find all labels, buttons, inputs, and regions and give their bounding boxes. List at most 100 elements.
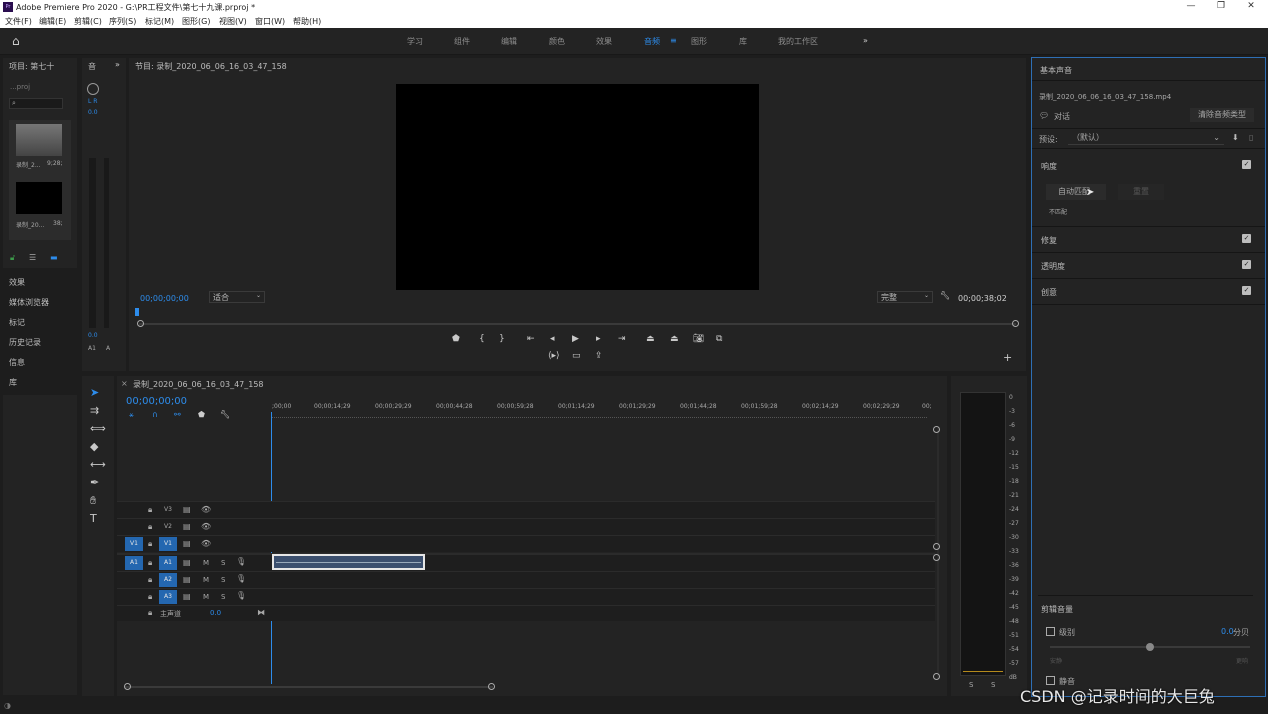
ws-editing[interactable]: 编辑 [501, 36, 517, 47]
status-icon[interactable]: ◑ [4, 701, 11, 710]
go-to-end-icon[interactable]: ⧓ [257, 608, 265, 617]
mark-in-icon[interactable]: { [479, 334, 485, 344]
level-value[interactable]: 0.0 [1221, 627, 1234, 636]
comparison-view-icon[interactable]: ⧉ [716, 334, 722, 344]
section-clarity[interactable]: 透明度 [1041, 261, 1065, 272]
ws-assembly[interactable]: 组件 [454, 36, 470, 47]
selection-tool-icon[interactable]: ➤ [90, 386, 99, 399]
slip-tool-icon[interactable]: ⟷ [90, 458, 106, 471]
list-view-icon[interactable]: ☰ [29, 253, 36, 262]
save-preset-icon[interactable]: ⬇ [1232, 133, 1239, 142]
lift-icon[interactable]: ⏏ [646, 334, 655, 344]
wrench-icon[interactable]: 🔧︎ [940, 291, 950, 300]
track-target-a1[interactable]: A1 [159, 556, 177, 570]
sync-lock-icon[interactable]: ▤ [183, 558, 191, 567]
sync-lock-icon[interactable]: ▤ [183, 575, 191, 584]
audio-clip[interactable] [272, 554, 425, 570]
tab-media-browser[interactable]: 媒体浏览器 [9, 297, 49, 308]
go-to-in-icon[interactable]: ⇤ [527, 334, 535, 344]
safe-margins-icon[interactable]: ▭ [572, 351, 581, 361]
track-target-a2[interactable]: A2 [159, 573, 177, 587]
sync-lock-icon[interactable]: ▤ [183, 505, 191, 514]
snap-icon[interactable]: ∩ [152, 410, 158, 419]
restore-icon[interactable]: ❐ [1214, 1, 1228, 13]
mute-toggle[interactable]: M [203, 559, 209, 567]
track-target-v1[interactable]: V1 [159, 537, 177, 551]
more-workspaces-icon[interactable]: » [863, 36, 868, 45]
lock-icon[interactable]: 🔒︎ [148, 505, 152, 515]
time-ruler[interactable]: ;00;00 00;00;14;29 00;00;29;29 00;00;44;… [272, 403, 932, 419]
menu-clip[interactable]: 剪辑(C) [74, 16, 102, 27]
sequence-thumbnail[interactable] [16, 182, 62, 214]
menu-help[interactable]: 帮助(H) [293, 16, 321, 27]
play-icon[interactable]: ▶ [572, 334, 579, 344]
button-editor-plus-icon[interactable]: + [1003, 351, 1012, 364]
eye-icon[interactable]: 👁︎ [201, 505, 211, 514]
lock-icon[interactable]: 🔒︎ [148, 539, 152, 549]
menu-sequence[interactable]: 序列(S) [109, 16, 136, 27]
hand-tool-icon[interactable]: ✋︎ [90, 494, 96, 508]
lock-icon[interactable]: 🔓︎ [10, 253, 15, 263]
solo-toggle[interactable]: S [221, 559, 225, 567]
play-in-to-out-icon[interactable]: ⟨▸⟩ [548, 351, 560, 361]
type-tool-icon[interactable]: T [90, 512, 97, 525]
timeline-settings-icon[interactable]: 🔧︎ [220, 410, 230, 419]
microphone-icon[interactable]: 🎙︎ [236, 557, 246, 566]
solo-toggle[interactable]: S [221, 593, 225, 601]
volume-fader[interactable] [89, 158, 96, 328]
solo-right-button[interactable]: S [991, 681, 995, 689]
project-search-input[interactable]: ⌕ [9, 98, 63, 109]
ws-learn[interactable]: 学习 [407, 36, 423, 47]
program-playhead[interactable] [135, 308, 139, 316]
track-select-tool-icon[interactable]: ⇉ [90, 404, 99, 417]
vertical-scrollbar[interactable] [937, 428, 939, 678]
menu-graphics[interactable]: 图形(G) [182, 16, 210, 27]
pen-tool-icon[interactable]: ✒ [90, 476, 99, 489]
extract-icon[interactable]: ⏏ [670, 334, 679, 344]
microphone-icon[interactable]: 🎙︎ [236, 574, 246, 583]
mark-out-icon[interactable]: } [499, 334, 505, 344]
project-panel-title[interactable]: 项目: 第七十 [9, 61, 54, 72]
lock-icon[interactable]: 🔒︎ [148, 592, 152, 602]
export-icon[interactable]: ⇪ [595, 351, 603, 361]
menu-edit[interactable]: 编辑(E) [39, 16, 66, 27]
tab-effects[interactable]: 效果 [9, 277, 25, 288]
ws-my-workspace[interactable]: 我的工作区 [778, 36, 818, 47]
ripple-edit-tool-icon[interactable]: ⟺ [90, 422, 106, 435]
home-icon[interactable]: ⌂ [12, 34, 20, 48]
zoom-start-handle[interactable] [124, 683, 131, 690]
auto-match-button[interactable]: 自动匹配 [1046, 184, 1106, 200]
menu-window[interactable]: 窗口(W) [255, 16, 285, 27]
ws-graphics[interactable]: 图形 [691, 36, 707, 47]
section-creative[interactable]: 创意 [1041, 287, 1057, 298]
master-volume-value[interactable]: 0.0 [210, 609, 221, 617]
menu-marker[interactable]: 标记(M) [145, 16, 174, 27]
lock-icon[interactable]: 🔒︎ [148, 575, 152, 585]
clear-audio-type-button[interactable]: 清除音频类型 [1190, 108, 1254, 122]
ws-color[interactable]: 颜色 [549, 36, 565, 47]
microphone-icon[interactable]: 🎙︎ [236, 591, 246, 600]
tab-markers[interactable]: 标记 [9, 317, 25, 328]
scrubber-start-handle[interactable] [137, 320, 144, 327]
solo-toggle[interactable]: S [221, 576, 225, 584]
sync-lock-icon[interactable]: ▤ [183, 539, 191, 548]
expand-icon[interactable]: » [115, 60, 120, 69]
source-patch-a1[interactable]: A1 [125, 556, 143, 570]
scroll-handle[interactable] [933, 673, 940, 680]
lock-icon[interactable]: 🔒︎ [148, 608, 152, 618]
track-v2[interactable]: 🔒︎ V2 ▤ 👁︎ [117, 518, 935, 535]
step-back-icon[interactable]: ◂ [550, 334, 555, 344]
horizontal-zoom-scrollbar[interactable] [125, 686, 493, 688]
ws-effects[interactable]: 效果 [596, 36, 612, 47]
section-repair[interactable]: 修复 [1041, 235, 1057, 246]
section-loudness[interactable]: 响度 [1041, 161, 1057, 172]
reset-button[interactable]: 重置 [1118, 184, 1164, 200]
scroll-handle[interactable] [933, 543, 940, 550]
track-a1[interactable]: A1 🔒︎ A1 ▤ M S 🎙︎ [117, 553, 935, 571]
essential-sound-title[interactable]: 基本声音 [1040, 65, 1072, 76]
track-master[interactable]: 🔒︎ 主声道 0.0 ⧓ [117, 605, 935, 621]
scrubber-end-handle[interactable] [1012, 320, 1019, 327]
level-checkbox[interactable] [1046, 627, 1055, 636]
quality-select[interactable]: 完整 ⌄ [877, 291, 933, 303]
tab-info[interactable]: 信息 [9, 357, 25, 368]
